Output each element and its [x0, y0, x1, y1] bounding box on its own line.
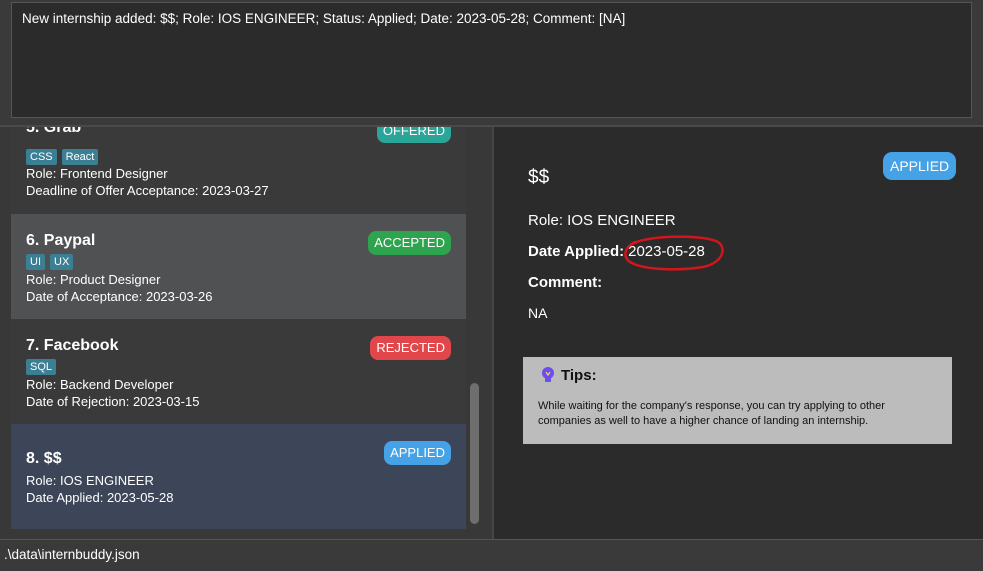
card-role: Role: Product Designer: [26, 272, 161, 287]
tag: React: [61, 149, 99, 165]
detail-status-badge: APPLIED: [883, 152, 957, 180]
card-title: 7. Facebook: [26, 337, 119, 354]
tag: CSS: [26, 149, 57, 165]
internship-card-paypal[interactable]: 6. Paypal ACCEPTED UI UX Role: Product D…: [11, 214, 466, 319]
internship-list[interactable]: 5. Grab OFFERED CSS React Role: Frontend…: [0, 127, 492, 539]
tips-body: While waiting for the company's response…: [538, 400, 885, 427]
internship-card-selected[interactable]: 8. $$ APPLIED Role: IOS ENGINEER Date Ap…: [11, 424, 466, 529]
detail-company: $$: [528, 167, 550, 188]
card-tags: CSS React: [26, 149, 99, 165]
result-display-box[interactable]: New internship added: $$; Role: IOS ENGI…: [11, 2, 972, 118]
detail-date-row: Date Applied: 2023-05-28: [528, 235, 724, 271]
status-bar: .\data\internbuddy.json: [0, 539, 983, 571]
status-badge-applied: APPLIED: [384, 441, 451, 465]
card-title: 8. $$: [26, 450, 62, 467]
detail-role: Role: IOS ENGINEER: [528, 212, 676, 229]
card-date: Date Applied: 2023-05-28: [26, 490, 174, 505]
card-date: Deadline of Offer Acceptance: 2023-03-27: [26, 183, 269, 198]
card-role: Role: Frontend Designer: [26, 166, 168, 181]
status-bar-path: .\data\internbuddy.json: [4, 547, 140, 562]
tips-header: Tips:: [539, 366, 597, 384]
internship-card-facebook[interactable]: 7. Facebook REJECTED SQL Role: Backend D…: [11, 319, 466, 424]
card-role: Role: Backend Developer: [26, 377, 174, 392]
card-role: Role: IOS ENGINEER: [26, 473, 154, 488]
result-message: New internship added: $$; Role: IOS ENGI…: [22, 11, 626, 26]
detail-comment-value: NA: [528, 305, 548, 321]
status-badge-offered: OFFERED: [376, 127, 451, 143]
card-date: Date of Rejection: 2023-03-15: [26, 394, 200, 409]
tag: UI: [26, 254, 45, 270]
internship-detail-panel: $$ APPLIED Role: IOS ENGINEER Date Appli…: [494, 127, 983, 539]
status-badge-rejected: REJECTED: [370, 336, 451, 360]
list-scrollbar-thumb[interactable]: [470, 383, 479, 524]
card-tags: SQL: [26, 359, 57, 375]
card-date: Date of Acceptance: 2023-03-26: [26, 289, 213, 304]
card-tags: UI UX: [26, 254, 74, 270]
annotation-circle-icon: [624, 235, 724, 271]
card-title: 6. Paypal: [26, 232, 96, 249]
tag: SQL: [26, 359, 57, 375]
detail-date-value: 2023-05-28: [624, 235, 724, 271]
tips-title: Tips:: [561, 366, 597, 384]
tag: UX: [50, 254, 74, 270]
detail-comment-label: Comment:: [528, 274, 603, 291]
tips-box: Tips: While waiting for the company's re…: [523, 357, 952, 444]
card-title: 5. Grab: [26, 127, 82, 136]
detail-date-label: Date Applied:: [528, 243, 625, 260]
lightbulb-icon: [542, 367, 554, 382]
internship-card-grab[interactable]: 5. Grab OFFERED CSS React Role: Frontend…: [11, 127, 466, 214]
status-badge-accepted: ACCEPTED: [368, 231, 451, 255]
result-display-panel: New internship added: $$; Role: IOS ENGI…: [0, 0, 983, 125]
